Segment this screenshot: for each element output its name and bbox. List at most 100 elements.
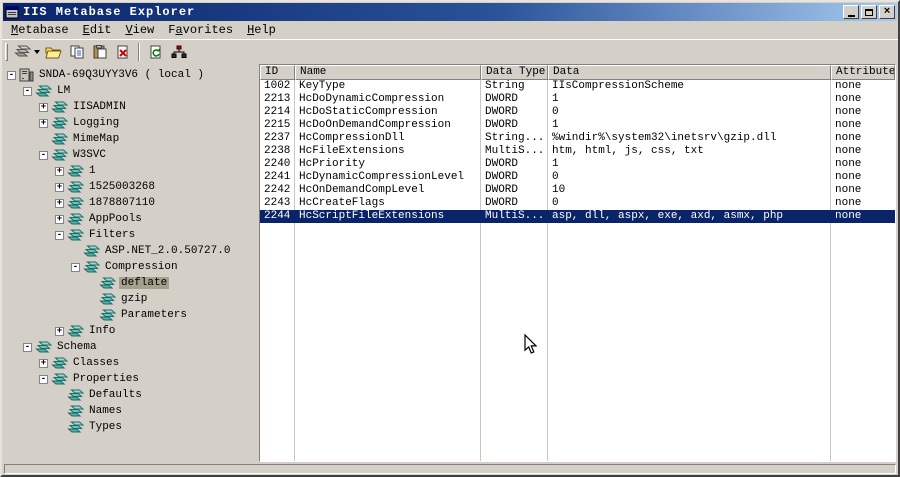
database-icon [67,389,84,402]
database-icon [67,325,84,338]
paste-button[interactable] [88,41,111,62]
cell-data: 1 [552,158,559,170]
database-icon [67,197,84,210]
menu-metabase[interactable]: Metabase [4,22,76,39]
tree-label: W3SVC [73,149,107,161]
tree-item-logging[interactable]: + Logging [4,115,254,131]
tree-item-types[interactable]: Types [4,419,254,435]
tree-item-snda-69q3uyy3v6-local[interactable]: - SNDA-69Q3UYY3V6 ( local ) [4,67,254,83]
menu-favorites[interactable]: Favorites [161,22,240,39]
tree-toggle-plus[interactable]: + [39,358,48,368]
tree-item-filters[interactable]: - Filters [4,227,254,243]
open-button[interactable] [42,41,65,62]
tree-toggle-minus[interactable]: - [7,70,16,80]
cell-id: 2238 [264,145,291,157]
tree-item-defaults[interactable]: Defaults [4,387,254,403]
tree-toggle-plus[interactable]: + [39,118,48,128]
close-button[interactable]: × [879,5,895,19]
table-row-2242[interactable]: 2242 HcOnDemandCompLevel DWORD 10 none [260,184,895,197]
tree-item-1[interactable]: +1 [4,163,254,179]
tree-item-compression[interactable]: - Compression [4,259,254,275]
tree-item-asp-net-2-0-50727-0[interactable]: ASP.NET_2.0.50727.0 [4,243,254,259]
column-header-data-type[interactable]: Data Type [481,65,548,80]
tree-toggle-plus[interactable]: + [55,326,64,336]
tree-item-deflate[interactable]: deflate [4,275,254,291]
table-row-2238[interactable]: 2238 HcFileExtensions MultiS... htm, html, … [260,145,895,158]
menu-view[interactable]: View [118,22,161,39]
menu-help[interactable]: Help [240,22,283,39]
table-row-2240[interactable]: 2240 HcPriority DWORD 1 none [260,158,895,171]
cell-id: 2237 [264,132,291,144]
app-icon [5,5,20,20]
cell-id: 2214 [264,106,291,118]
tree-item-w3svc[interactable]: - W3SVC [4,147,254,163]
tree-toggle-minus[interactable]: - [71,262,80,272]
delete-button[interactable] [111,41,134,62]
cell-name: HcPriority [299,158,366,170]
table-row-2213[interactable]: 2213 HcDoDynamicCompression DWORD 1 none [260,93,895,106]
table-row-1002[interactable]: 1002 KeyType String IIsCompressionScheme non… [260,80,895,93]
dropdown-arrow-icon[interactable] [34,49,40,54]
cell-id: 2242 [264,184,291,196]
main-area: - SNDA-69Q3UYY3V6 ( local ) - LM + IISADMIN + L… [2,63,898,463]
table-row-2237[interactable]: 2237 HcCompressionDll String... %windir%\sy… [260,132,895,145]
tree-toggle-plus[interactable]: + [55,166,64,176]
menu-edit[interactable]: Edit [76,22,119,39]
tree-label: SNDA-69Q3UYY3V6 ( local ) [39,69,205,81]
tree-item-schema[interactable]: - Schema [4,339,254,355]
cell-name: KeyType [299,80,346,92]
tree-item-mimemap[interactable]: MimeMap [4,131,254,147]
tree-item-properties[interactable]: - Properties [4,371,254,387]
tree-item-classes[interactable]: + Classes [4,355,254,371]
tree-toggle-minus[interactable]: - [23,342,32,352]
tree-toggle-plus[interactable]: + [55,182,64,192]
tree-item-names[interactable]: Names [4,403,254,419]
tree-toggle-minus[interactable]: - [23,86,32,96]
refresh-button[interactable] [144,41,167,62]
new-key-button[interactable] [12,41,42,62]
table-row-2214[interactable]: 2214 HcDoStaticCompression DWORD 0 none [260,106,895,119]
column-header-name[interactable]: Name [295,65,481,80]
cell-data-type: String [485,80,525,92]
database-icon [51,117,68,130]
cell-name: HcDoDynamicCompression [299,93,445,105]
tree-item-1525003268[interactable]: +1525003268 [4,179,254,195]
cell-id: 2243 [264,197,291,209]
table-row-2243[interactable]: 2243 HcCreateFlags DWORD 0 none [260,197,895,210]
tree-toggle-minus[interactable]: - [39,374,48,384]
tree-toggle-plus[interactable]: + [39,102,48,112]
tree-item-iisadmin[interactable]: + IISADMIN [4,99,254,115]
tree-label: IISADMIN [73,101,126,113]
table-row-2241[interactable]: 2241 HcDynamicCompressionLevel DWORD 0 none [260,171,895,184]
tree-item-info[interactable]: + Info [4,323,254,339]
tree-item-apppools[interactable]: + AppPools [4,211,254,227]
table-row-2215[interactable]: 2215 HcDoOnDemandCompression DWORD 1 none [260,119,895,132]
column-header-data[interactable]: Data [548,65,831,80]
column-header-attributes[interactable]: Attributes [831,65,895,80]
tree-item-lm[interactable]: - LM [4,83,254,99]
title-bar[interactable]: IIS Metabase Explorer × [3,3,897,21]
maximize-button[interactable] [861,5,877,19]
table-row-2244[interactable]: 2244 HcScriptFileExtensions MultiS... asp, … [260,210,895,223]
cell-name: HcDynamicCompressionLevel [299,171,465,183]
cell-data-type: DWORD [485,106,519,118]
toolbar-grip[interactable] [5,42,8,61]
tree-toggle-minus[interactable]: - [55,230,64,240]
tree-toggle-minus[interactable]: - [39,150,48,160]
copy-button[interactable] [65,41,88,62]
cell-name: HcOnDemandCompLevel [299,184,425,196]
tree-toggle-plus[interactable]: + [55,214,64,224]
database-icon [35,341,52,354]
tree-toggle-plus[interactable]: + [55,198,64,208]
tree-item-1878807110[interactable]: +1878807110 [4,195,254,211]
minimize-button[interactable] [843,5,859,19]
tree-item-gzip[interactable]: gzip [4,291,254,307]
column-header-id[interactable]: ID [260,65,295,80]
tree-item-parameters[interactable]: Parameters [4,307,254,323]
connect-network-button[interactable] [167,41,190,62]
